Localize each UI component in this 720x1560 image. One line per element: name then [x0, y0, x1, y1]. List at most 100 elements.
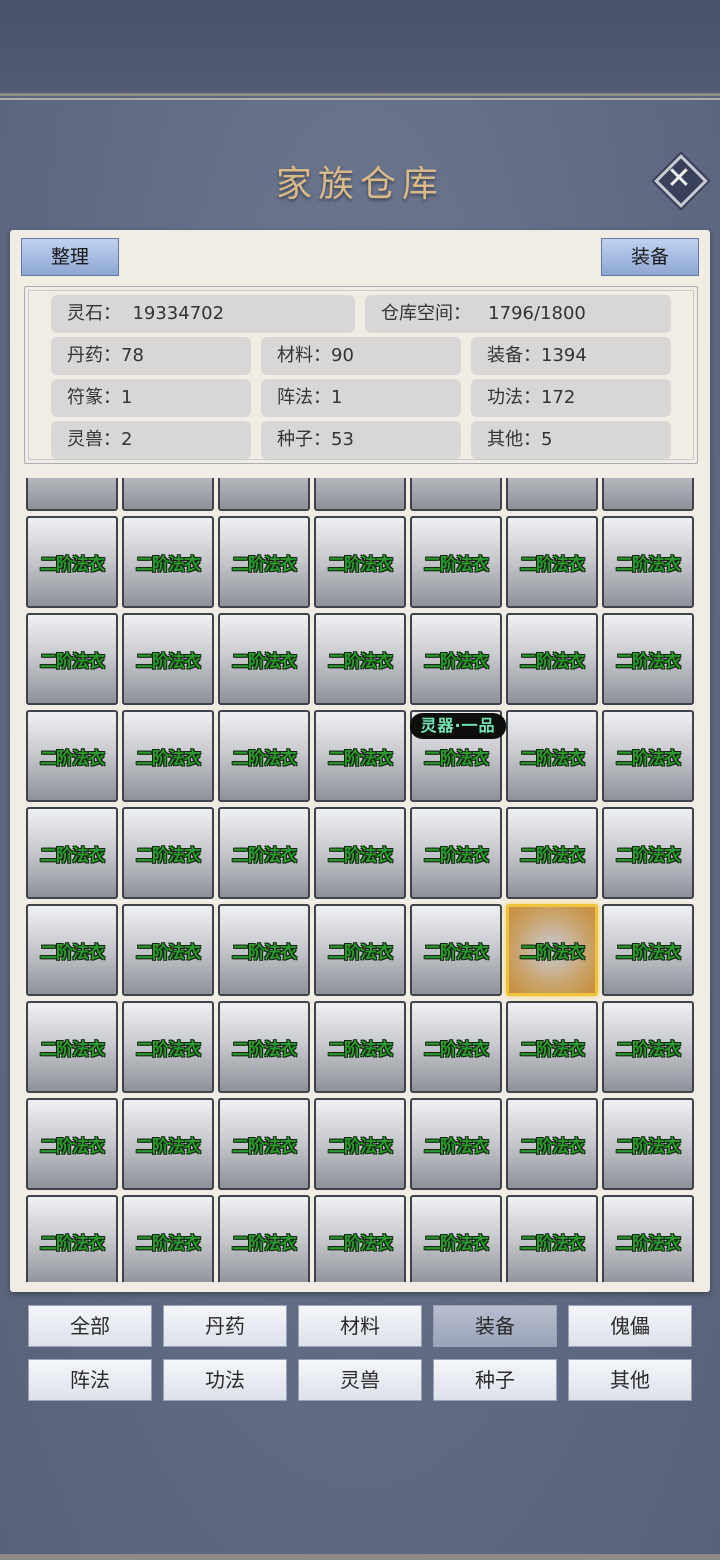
item-slot[interactable]: 二阶法衣	[410, 1195, 502, 1282]
item-slot-label: 二阶法衣	[136, 748, 201, 769]
item-slot[interactable]: 二阶法衣	[602, 1001, 694, 1093]
item-slot[interactable]: 二阶法衣	[314, 807, 406, 899]
item-slot[interactable]: 二阶法衣	[122, 807, 214, 899]
item-slot[interactable]: 二阶法衣	[506, 710, 598, 802]
item-slot-label: 二阶法衣	[40, 748, 105, 769]
filter-button[interactable]: 丹药	[163, 1305, 287, 1347]
item-slot[interactable]: 二阶法衣	[314, 1195, 406, 1282]
item-slot[interactable]: 二阶法衣	[314, 613, 406, 705]
item-slot-label: 二阶法衣	[328, 1233, 393, 1254]
item-slot[interactable]: 二阶法衣	[506, 1001, 598, 1093]
item-slot[interactable]: 二阶法衣	[122, 710, 214, 802]
item-slot[interactable]: 二阶法衣	[218, 904, 310, 996]
item-slot[interactable]: 二阶法衣	[26, 710, 118, 802]
filter-button[interactable]: 功法	[163, 1359, 287, 1401]
item-slot[interactable]: 二阶法衣	[122, 904, 214, 996]
item-slot[interactable]: 二阶法衣	[122, 1098, 214, 1190]
item-slot[interactable]	[410, 478, 502, 511]
item-slot[interactable]: 二阶法衣	[26, 904, 118, 996]
item-slot[interactable]: 二阶法衣	[218, 613, 310, 705]
filter-button[interactable]: 种子	[433, 1359, 557, 1401]
item-slot[interactable]: 二阶法衣	[602, 904, 694, 996]
item-grid[interactable]: 二阶法衣 二阶法衣 二阶法衣 二阶法衣 二阶法衣 二阶法衣 二阶法衣 二阶法衣 二阶法衣 二阶法衣…	[24, 478, 696, 1282]
item-slot[interactable]: 二阶法衣	[410, 516, 502, 608]
item-slot[interactable]: 二阶法衣	[602, 613, 694, 705]
filter-button[interactable]: 傀儡	[568, 1305, 692, 1347]
item-slot[interactable]	[26, 478, 118, 511]
item-slot[interactable]: 二阶法衣	[26, 613, 118, 705]
item-slot-label: 二阶法衣	[616, 554, 681, 575]
close-button[interactable]: ✕	[654, 154, 708, 208]
stat-talismans: 符篆：1	[51, 379, 251, 417]
item-slot[interactable]: 二阶法衣	[602, 807, 694, 899]
item-slot-label: 二阶法衣	[328, 1039, 393, 1060]
filter-button[interactable]: 材料	[298, 1305, 422, 1347]
item-slot[interactable]: 二阶法衣	[410, 904, 502, 996]
item-slot[interactable]: 二阶法衣	[506, 613, 598, 705]
item-slot[interactable]: 二阶法衣	[26, 807, 118, 899]
item-slot-label: 二阶法衣	[424, 1136, 489, 1157]
item-slot[interactable]: 二阶法衣	[314, 1001, 406, 1093]
item-slot[interactable]	[218, 478, 310, 511]
item-slot[interactable]: 二阶法衣	[410, 613, 502, 705]
stat-beasts: 灵兽：2	[51, 421, 251, 459]
item-slot[interactable]: 二阶法衣	[602, 710, 694, 802]
sort-button[interactable]: 整理	[21, 238, 119, 276]
item-slot[interactable]: 二阶法衣	[122, 613, 214, 705]
item-slot[interactable]: 二阶法衣	[122, 1001, 214, 1093]
stat-techniques: 功法：172	[471, 379, 671, 417]
item-slot[interactable]: 二阶法衣	[506, 1195, 598, 1282]
filter-button[interactable]: 装备	[433, 1305, 557, 1347]
item-slot[interactable]	[506, 478, 598, 511]
item-slot[interactable]: 二阶法衣	[410, 1098, 502, 1190]
item-slot[interactable]: 二阶法衣	[410, 1001, 502, 1093]
item-slot[interactable]: 二阶法衣	[122, 1195, 214, 1282]
item-slot[interactable]: 二阶法衣	[602, 516, 694, 608]
equip-button[interactable]: 装备	[601, 238, 699, 276]
item-slot[interactable]: 二阶法衣	[218, 1098, 310, 1190]
item-slot[interactable]: 二阶法衣	[410, 807, 502, 899]
item-slot[interactable]: 二阶法衣	[26, 1098, 118, 1190]
page-title: 家族仓库	[275, 164, 444, 205]
item-slot-label: 二阶法衣	[424, 554, 489, 575]
filter-button[interactable]: 阵法	[28, 1359, 152, 1401]
warehouse-panel: 整理 装备 灵石： 19334702 仓库空间： 1796/1800 丹药：78…	[10, 230, 710, 1292]
item-slot-label: 二阶法衣	[328, 651, 393, 672]
item-slot[interactable]	[122, 478, 214, 511]
item-slot[interactable]: 二阶法衣	[218, 1195, 310, 1282]
item-slot[interactable]: 二阶法衣	[602, 1195, 694, 1282]
filter-button[interactable]: 全部	[28, 1305, 152, 1347]
filter-button[interactable]: 灵兽	[298, 1359, 422, 1401]
item-slot[interactable]: 二阶法衣	[314, 1098, 406, 1190]
item-slot-label: 二阶法衣	[136, 1039, 201, 1060]
item-slot-label: 二阶法衣	[520, 942, 585, 963]
item-slot[interactable]: 二阶法衣	[218, 807, 310, 899]
item-slot[interactable]: 二阶法衣	[602, 1098, 694, 1190]
item-slot[interactable]: 二阶法衣	[122, 516, 214, 608]
item-slot[interactable]: 二阶法衣	[218, 710, 310, 802]
item-slot-label: 二阶法衣	[136, 845, 201, 866]
item-slot-label: 二阶法衣	[232, 748, 297, 769]
item-slot[interactable]: 二阶法衣	[506, 516, 598, 608]
item-slot[interactable]: 二阶法衣	[26, 1001, 118, 1093]
item-slot[interactable]: 二阶法衣	[26, 1195, 118, 1282]
item-slot-label: 二阶法衣	[136, 942, 201, 963]
item-slot[interactable]: 二阶法衣	[26, 516, 118, 608]
item-slot[interactable]: 二阶法衣	[506, 1098, 598, 1190]
item-slot-label: 二阶法衣	[328, 845, 393, 866]
item-slot[interactable]	[602, 478, 694, 511]
item-slot[interactable]: 二阶法衣	[218, 516, 310, 608]
item-slot[interactable]: 二阶法衣	[506, 904, 598, 996]
item-slot-label: 二阶法衣	[40, 1233, 105, 1254]
item-slot[interactable]: 二阶法衣	[314, 710, 406, 802]
item-slot[interactable]	[314, 478, 406, 511]
item-slot-label: 二阶法衣	[520, 1233, 585, 1254]
item-slot[interactable]: 二阶法衣	[506, 807, 598, 899]
filter-button[interactable]: 其他	[568, 1359, 692, 1401]
item-slot[interactable]: 二阶法衣	[314, 516, 406, 608]
item-slot-label: 二阶法衣	[424, 845, 489, 866]
item-slot[interactable]: 二阶法衣	[218, 1001, 310, 1093]
item-slot[interactable]: 二阶法衣	[314, 904, 406, 996]
stat-equipment: 装备：1394	[471, 337, 671, 375]
item-slot-label: 二阶法衣	[232, 942, 297, 963]
